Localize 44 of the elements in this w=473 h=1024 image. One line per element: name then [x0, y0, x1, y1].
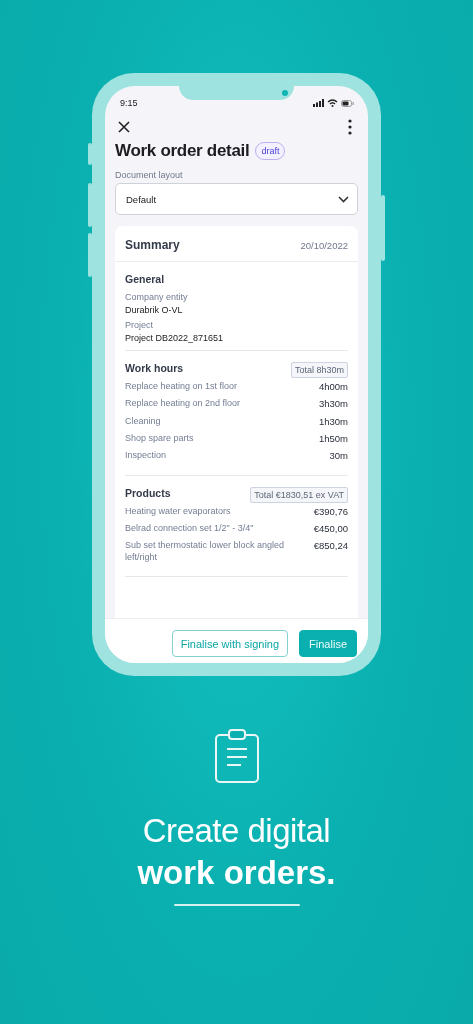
- finalise-button[interactable]: Finalise: [299, 630, 357, 657]
- line-value: 3h30m: [318, 398, 348, 411]
- battery-icon: [341, 99, 354, 107]
- line-value: €390,76: [313, 505, 348, 519]
- chevron-down-icon: [338, 195, 349, 203]
- line-label: Replace heating on 2nd floor: [125, 398, 241, 411]
- section-title: Work hours: [125, 362, 184, 374]
- line-label: Shop spare parts: [125, 433, 194, 445]
- layout-dropdown[interactable]: Default: [115, 183, 358, 215]
- line-value: 1h50m: [318, 433, 348, 446]
- line-label: Replace heating on 1st floor: [125, 381, 238, 393]
- status-badge: draft: [255, 142, 286, 160]
- line-label: Cleaning: [125, 415, 161, 428]
- line-label: Inspection: [125, 450, 167, 463]
- line-label: Belrad connection set 1/2" - 3/4": [125, 523, 254, 535]
- line-value: 1h30m: [318, 415, 348, 429]
- field-label: Company entity: [125, 292, 189, 302]
- card-title: Summary: [125, 238, 180, 252]
- more-icon[interactable]: [348, 119, 352, 135]
- line-label: Sub set thermostatic lower block angled left/right: [125, 540, 285, 564]
- total-tag: Total 8h30m: [290, 362, 348, 378]
- line-value: €850,24: [313, 540, 348, 553]
- field-label: Document layout: [114, 170, 184, 180]
- line-value: 30m: [329, 450, 348, 463]
- close-icon[interactable]: [118, 121, 130, 133]
- total-tag: Total €1830,51 ex VAT: [250, 486, 348, 503]
- field-label: Project: [125, 320, 154, 330]
- headline-bold-text: work orders.: [137, 854, 336, 892]
- field-value: Durabrik O-VL: [125, 305, 184, 315]
- field-value: Project DB2022_871651: [125, 333, 225, 343]
- section-title: Products: [125, 486, 171, 499]
- signal-icon: [313, 99, 324, 107]
- finalise-signing-button[interactable]: Finalise with signing: [171, 630, 289, 657]
- line-value: €450,00: [313, 523, 348, 536]
- section-title: General: [125, 273, 166, 285]
- wifi-icon: [327, 99, 338, 107]
- headline-text: Create digital: [142, 812, 331, 850]
- page-title: Work order detail: [115, 141, 250, 161]
- camera-dot: [282, 90, 288, 96]
- clipboard-icon: [214, 729, 259, 783]
- line-value: 4h00m: [318, 381, 348, 394]
- summary-date: 20/10/2022: [300, 239, 348, 251]
- line-label: Heating water evaporators: [125, 505, 231, 518]
- status-time: 9:15: [120, 98, 138, 108]
